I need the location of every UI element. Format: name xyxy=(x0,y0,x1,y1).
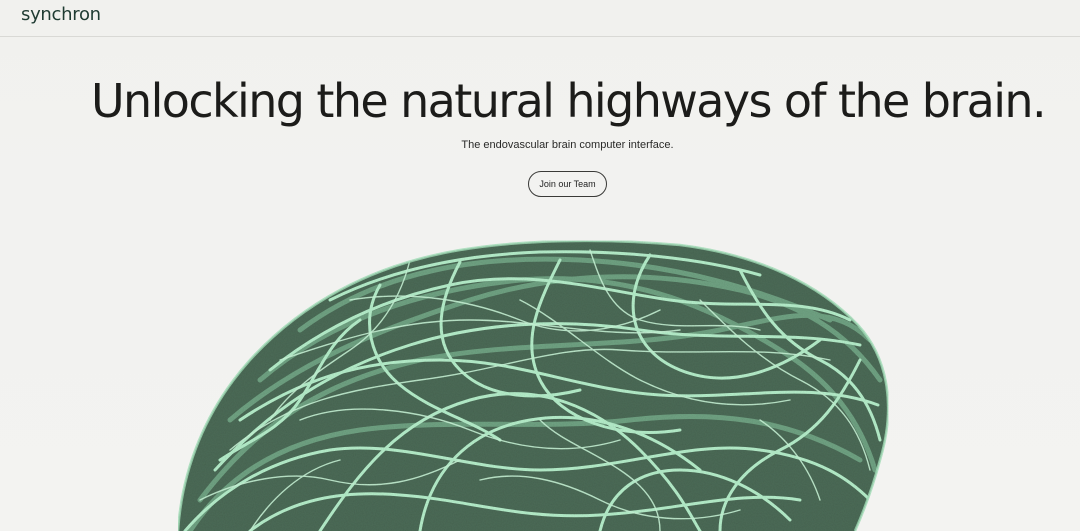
hero-subtitle: The endovascular brain computer interfac… xyxy=(461,139,674,151)
page: synchron Unlocking the natural highways … xyxy=(0,0,1080,531)
synchron-logo[interactable]: synchron xyxy=(21,4,101,25)
top-nav-bar: synchron xyxy=(0,0,1080,37)
hero-title: Unlocking the natural highways of the br… xyxy=(90,74,1047,128)
join-team-button[interactable]: Join our Team xyxy=(528,171,607,197)
